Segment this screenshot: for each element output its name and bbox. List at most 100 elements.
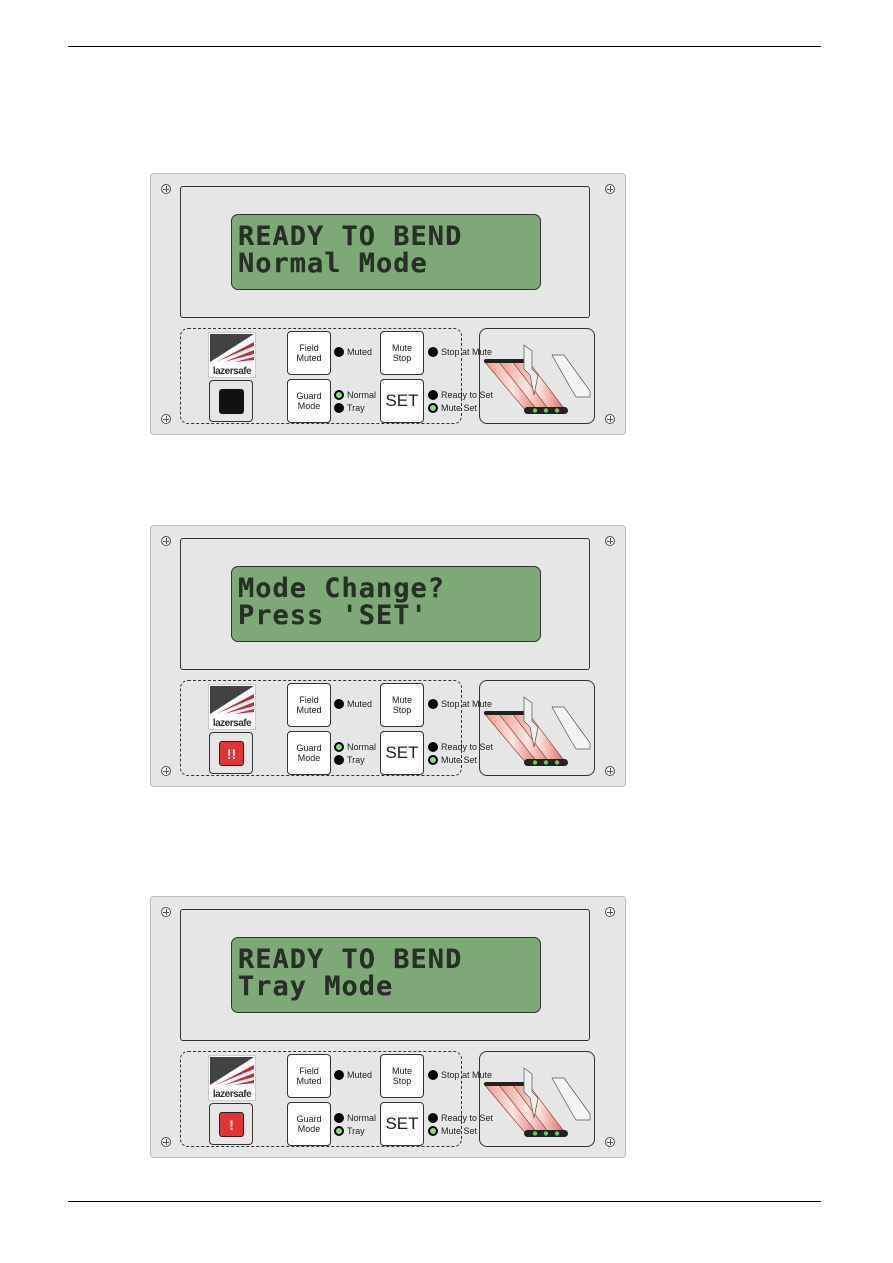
- indicator-label: Muted: [347, 699, 373, 709]
- set-button[interactable]: SET: [380, 731, 424, 775]
- control-panel-2: Mode Change? Press 'SET' lazersafe !! Fi…: [150, 525, 626, 787]
- mute-stop-button[interactable]: Mute Stop: [380, 331, 424, 375]
- alarm-indicator-icon: [219, 389, 244, 414]
- lcd-line-1: Mode Change?: [238, 573, 446, 604]
- field-muted-label-2: Muted: [296, 1076, 322, 1086]
- indicator-normal: Normal: [334, 1113, 376, 1123]
- indicator-muted: Muted: [334, 699, 372, 709]
- lcd-display: READY TO BEND Normal Mode: [231, 214, 541, 290]
- guard-mode-label-1: Guard: [296, 391, 322, 401]
- indicator-mute-set: Mute Set: [428, 755, 477, 765]
- field-muted-label-2: Muted: [296, 705, 322, 715]
- lcd-line-2: Normal Mode: [238, 248, 428, 279]
- set-label: SET: [385, 391, 419, 410]
- led-icon: [428, 742, 438, 752]
- indicator-label: Normal: [347, 1113, 377, 1123]
- indicator-normal: Normal: [334, 742, 376, 752]
- alarm-button[interactable]: !!: [209, 732, 253, 774]
- led-icon: [334, 347, 344, 357]
- guard-mode-label-2: Mode: [297, 1124, 321, 1134]
- logo-text: lazersafe: [212, 1089, 252, 1100]
- led-icon: [428, 1113, 438, 1123]
- led-icon: [428, 347, 438, 357]
- guard-mode-label-2: Mode: [297, 753, 321, 763]
- control-panel-1: READY TO BEND Normal Mode lazersafe Fiel…: [150, 173, 626, 435]
- press-brake-icon: [483, 344, 591, 414]
- mute-stop-button[interactable]: Mute Stop: [380, 683, 424, 727]
- guard-mode-button[interactable]: Guard Mode: [287, 1102, 331, 1146]
- field-muted-label-1: Field: [299, 343, 319, 353]
- guard-mode-button[interactable]: Guard Mode: [287, 731, 331, 775]
- led-icon: [428, 1070, 438, 1080]
- indicator-label: Tray: [347, 403, 365, 413]
- mute-stop-label-2: Stop: [392, 353, 412, 363]
- led-icon: [334, 1070, 344, 1080]
- led-icon: [428, 1126, 438, 1136]
- lcd-bezel: READY TO BEND Tray Mode: [180, 909, 590, 1041]
- lcd-line-2: Press 'SET': [238, 600, 428, 631]
- screw-icon: [161, 907, 171, 917]
- led-icon: [334, 699, 344, 709]
- screw-icon: [605, 414, 615, 424]
- screw-icon: [161, 414, 171, 424]
- set-button[interactable]: SET: [380, 379, 424, 423]
- field-muted-button[interactable]: Field Muted: [287, 331, 331, 375]
- indicator-label: Mute Set: [441, 403, 478, 413]
- set-button[interactable]: SET: [380, 1102, 424, 1146]
- led-icon: [334, 403, 344, 413]
- field-muted-button[interactable]: Field Muted: [287, 1054, 331, 1098]
- set-label: SET: [385, 743, 419, 762]
- mute-stop-label-1: Mute: [391, 695, 412, 705]
- screw-icon: [605, 184, 615, 194]
- guard-mode-label-2: Mode: [297, 401, 321, 411]
- indicator-label: Tray: [347, 755, 365, 765]
- indicator-mute-set: Mute Set: [428, 1126, 477, 1136]
- led-icon: [334, 742, 344, 752]
- press-brake-diagram: [479, 328, 595, 424]
- led-icon: [428, 755, 438, 765]
- field-muted-button[interactable]: Field Muted: [287, 683, 331, 727]
- control-panel-3: READY TO BEND Tray Mode lazersafe ! Fiel…: [150, 896, 626, 1158]
- indicator-muted: Muted: [334, 1070, 372, 1080]
- guard-mode-label-1: Guard: [296, 1114, 322, 1124]
- press-brake-icon: [483, 1067, 591, 1137]
- led-icon: [334, 390, 344, 400]
- indicator-mute-set: Mute Set: [428, 403, 477, 413]
- indicator-normal: Normal: [334, 390, 376, 400]
- guard-mode-button[interactable]: Guard Mode: [287, 379, 331, 423]
- mute-stop-label-2: Stop: [392, 705, 412, 715]
- guard-mode-label-1: Guard: [296, 743, 322, 753]
- alarm-button[interactable]: [209, 380, 253, 422]
- screw-icon: [605, 1137, 615, 1147]
- logo-text: lazersafe: [212, 366, 252, 377]
- lcd-display: READY TO BEND Tray Mode: [231, 937, 541, 1013]
- press-brake-icon: [483, 696, 591, 766]
- mute-stop-label-2: Stop: [392, 1076, 412, 1086]
- indicator-tray: Tray: [334, 755, 365, 765]
- alarm-indicator-icon: !!: [219, 741, 244, 766]
- indicator-label: Mute Set: [441, 755, 478, 765]
- screw-icon: [161, 536, 171, 546]
- press-brake-diagram: [479, 680, 595, 776]
- indicator-label: Tray: [347, 1126, 365, 1136]
- header-rule: [68, 46, 821, 47]
- led-icon: [334, 1126, 344, 1136]
- lazersafe-logo: lazersafe: [208, 332, 256, 378]
- led-icon: [428, 403, 438, 413]
- led-icon: [334, 755, 344, 765]
- screw-icon: [605, 766, 615, 776]
- indicator-tray: Tray: [334, 403, 365, 413]
- screw-icon: [605, 536, 615, 546]
- set-label: SET: [385, 1114, 419, 1133]
- lazersafe-logo: lazersafe: [208, 684, 256, 730]
- indicator-muted: Muted: [334, 347, 372, 357]
- logo-text: lazersafe: [212, 718, 252, 729]
- mute-stop-button[interactable]: Mute Stop: [380, 1054, 424, 1098]
- alarm-indicator-icon: !: [219, 1112, 244, 1137]
- alarm-button[interactable]: !: [209, 1103, 253, 1145]
- screw-icon: [161, 184, 171, 194]
- lcd-bezel: READY TO BEND Normal Mode: [180, 186, 590, 318]
- field-muted-label-2: Muted: [296, 353, 322, 363]
- led-icon: [428, 699, 438, 709]
- lcd-bezel: Mode Change? Press 'SET': [180, 538, 590, 670]
